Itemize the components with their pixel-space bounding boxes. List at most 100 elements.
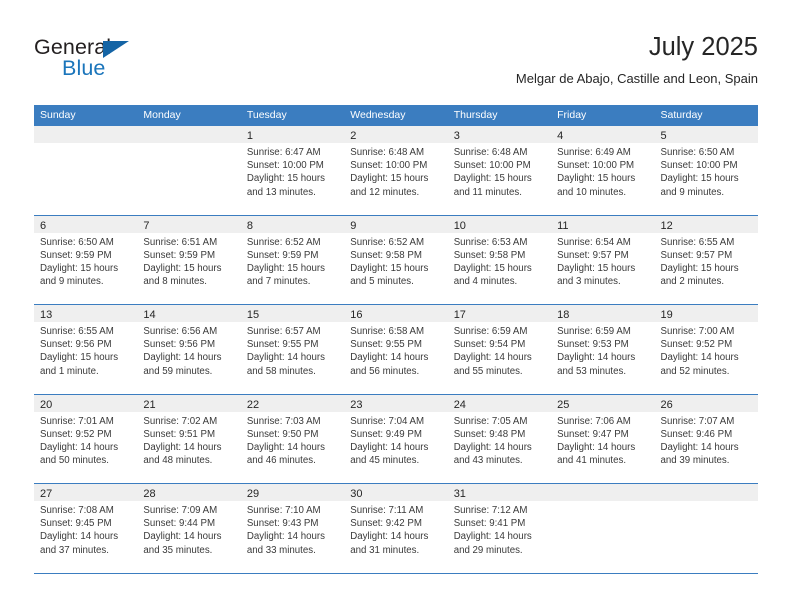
daylight-text: Daylight: 14 hours <box>246 352 325 364</box>
day-cell-10[interactable]: 10 Sunrise: 6:53 AM Sunset: 9:58 PM Dayligh… <box>447 215 552 304</box>
day-number: 17 <box>453 309 466 321</box>
day-number-band: 14 <box>137 305 241 322</box>
day-number-band: 21 <box>137 394 241 412</box>
day-cell-3[interactable]: 3 Sunrise: 6:48 AM Sunset: 10:00 PM Dayligh… <box>447 126 552 215</box>
day-details: Sunrise: 7:02 AM Sunset: 9:51 PM Daylight:… <box>137 412 240 468</box>
day-number: 3 <box>453 130 460 142</box>
sunset-text: Sunset: 9:57 PM <box>557 249 629 261</box>
sunrise-text: Sunrise: 6:52 AM <box>246 236 321 248</box>
sunset-text: Sunset: 9:45 PM <box>40 518 112 530</box>
day-number: 15 <box>246 309 260 321</box>
sunrise-text: Sunrise: 7:05 AM <box>453 415 528 427</box>
day-cell-19[interactable]: 19 Sunrise: 7:00 AM Sunset: 9:52 PM Dayligh… <box>654 305 758 394</box>
day-details: Sunrise: 7:05 AM Sunset: 9:48 PM Daylight:… <box>448 412 551 468</box>
day-number-band <box>551 484 655 501</box>
day-number-band: 12 <box>654 215 758 233</box>
day-details: Sunrise: 6:52 AM Sunset: 9:59 PM Daylight:… <box>241 233 344 289</box>
page-subtitle: Melgar de Abajo, Castille and Leon, Spai… <box>515 71 758 86</box>
daylight-text: Daylight: 14 hours <box>350 441 429 453</box>
day-cell-8[interactable]: 8 Sunrise: 6:52 AM Sunset: 9:59 PM Daylight… <box>240 215 345 304</box>
day-number-band: 28 <box>137 484 241 501</box>
day-cell-22[interactable]: 22 Sunrise: 7:03 AM Sunset: 9:50 PM Dayligh… <box>240 394 345 483</box>
daylight-text-cont: and 11 minutes. <box>453 186 522 198</box>
sunset-text: Sunset: 9:59 PM <box>40 249 112 261</box>
sunset-text: Sunset: 10:00 PM <box>453 160 531 172</box>
day-number-band: 4 <box>551 126 655 143</box>
day-cell-6[interactable]: 6 Sunrise: 6:50 AM Sunset: 9:59 PM Daylight… <box>34 215 138 304</box>
day-cell-12[interactable]: 12 Sunrise: 6:55 AM Sunset: 9:57 PM Dayligh… <box>654 215 758 304</box>
sunrise-text: Sunrise: 7:04 AM <box>350 415 425 427</box>
day-cell-11[interactable]: 11 Sunrise: 6:54 AM Sunset: 9:57 PM Dayligh… <box>551 215 655 304</box>
sunset-text: Sunset: 10:00 PM <box>557 160 635 172</box>
day-cell-18[interactable]: 18 Sunrise: 6:59 AM Sunset: 9:53 PM Dayligh… <box>551 305 655 394</box>
sunset-text: Sunset: 9:50 PM <box>246 428 319 440</box>
day-cell-17[interactable]: 17 Sunrise: 6:59 AM Sunset: 9:54 PM Dayligh… <box>447 305 552 394</box>
day-cell-15[interactable]: 15 Sunrise: 6:57 AM Sunset: 9:55 PM Dayligh… <box>240 305 345 394</box>
daylight-text-cont: and 29 minutes. <box>453 544 523 556</box>
day-cell-26[interactable]: 26 Sunrise: 7:07 AM Sunset: 9:46 PM Dayligh… <box>654 394 758 483</box>
day-cell-2[interactable]: 2 Sunrise: 6:48 AM Sunset: 10:00 PM Dayligh… <box>344 126 448 215</box>
day-cell-21[interactable]: 21 Sunrise: 7:02 AM Sunset: 9:51 PM Dayligh… <box>137 394 241 483</box>
daylight-text-cont: and 31 minutes. <box>350 544 420 556</box>
daylight-text: Daylight: 14 hours <box>143 352 222 364</box>
daylight-text: Daylight: 15 hours <box>40 262 119 274</box>
sunrise-text: Sunrise: 6:49 AM <box>557 147 631 158</box>
day-cell-20[interactable]: 20 Sunrise: 7:01 AM Sunset: 9:52 PM Dayligh… <box>34 394 138 483</box>
day-cell-5[interactable]: 5 Sunrise: 6:50 AM Sunset: 10:00 PM Dayligh… <box>654 126 758 215</box>
daylight-text-cont: and 3 minutes. <box>557 276 621 288</box>
sunset-text: Sunset: 9:58 PM <box>350 249 422 261</box>
day-number-band: 16 <box>344 305 448 322</box>
day-number-band: 8 <box>240 215 345 233</box>
sunset-text: Sunset: 9:57 PM <box>660 249 733 261</box>
calendar-week-row: 1 Sunrise: 6:47 AM Sunset: 10:00 PM Dayligh… <box>34 126 758 216</box>
daylight-text: Daylight: 15 hours <box>350 262 429 274</box>
daylight-text-cont: and 35 minutes. <box>143 544 213 556</box>
day-number-band: 27 <box>34 484 138 501</box>
sunrise-text: Sunrise: 6:52 AM <box>350 236 425 248</box>
day-cell-28[interactable]: 28 Sunrise: 7:09 AM Sunset: 9:44 PM Dayligh… <box>137 484 241 573</box>
day-details: Sunrise: 6:58 AM Sunset: 9:55 PM Daylight:… <box>344 322 447 378</box>
day-number-band: 26 <box>654 394 758 412</box>
sunset-text: Sunset: 9:59 PM <box>246 249 319 261</box>
day-number-band: 13 <box>34 305 138 322</box>
day-cell-31[interactable]: 31 Sunrise: 7:12 AM Sunset: 9:41 PM Dayligh… <box>447 484 552 573</box>
day-cell-14[interactable]: 14 Sunrise: 6:56 AM Sunset: 9:56 PM Dayligh… <box>137 305 241 394</box>
day-cell-27[interactable]: 27 Sunrise: 7:08 AM Sunset: 9:45 PM Dayligh… <box>34 484 138 573</box>
day-cell-16[interactable]: 16 Sunrise: 6:58 AM Sunset: 9:55 PM Dayligh… <box>344 305 448 394</box>
day-cell-24[interactable]: 24 Sunrise: 7:05 AM Sunset: 9:48 PM Dayligh… <box>447 394 552 483</box>
sunset-text: Sunset: 9:52 PM <box>660 339 733 351</box>
day-number-band: 10 <box>447 215 552 233</box>
day-details: Sunrise: 6:55 AM Sunset: 9:56 PM Daylight:… <box>34 322 137 378</box>
day-cell-23[interactable]: 23 Sunrise: 7:04 AM Sunset: 9:49 PM Dayligh… <box>344 394 448 483</box>
day-cell-1[interactable]: 1 Sunrise: 6:47 AM Sunset: 10:00 PM Dayligh… <box>240 126 345 215</box>
day-details <box>137 143 240 146</box>
sunset-text: Sunset: 9:48 PM <box>453 428 526 440</box>
daylight-text-cont: and 33 minutes. <box>246 544 316 556</box>
day-cell-4[interactable]: 4 Sunrise: 6:49 AM Sunset: 10:00 PM Dayligh… <box>551 126 655 215</box>
day-number: 7 <box>143 219 150 232</box>
day-cell-30[interactable]: 30 Sunrise: 7:11 AM Sunset: 9:42 PM Dayligh… <box>344 484 448 573</box>
day-cell-25[interactable]: 25 Sunrise: 7:06 AM Sunset: 9:47 PM Dayligh… <box>551 394 655 483</box>
sunrise-text: Sunrise: 7:01 AM <box>40 415 114 427</box>
sunset-text: Sunset: 10:00 PM <box>660 160 738 172</box>
daylight-text: Daylight: 14 hours <box>660 441 739 453</box>
daylight-text: Daylight: 14 hours <box>246 531 325 543</box>
daylight-text-cont: and 7 minutes. <box>246 276 311 288</box>
sunrise-text: Sunrise: 7:02 AM <box>143 415 218 427</box>
day-number-band: 7 <box>137 215 241 233</box>
daylight-text-cont: and 5 minutes. <box>350 276 414 288</box>
day-cell-29[interactable]: 29 Sunrise: 7:10 AM Sunset: 9:43 PM Dayligh… <box>240 484 345 573</box>
day-number: 5 <box>660 130 667 142</box>
weekday-header-saturday: Saturday <box>660 109 703 121</box>
page-header: General Blue July 2025 Melgar de Abajo, … <box>0 0 792 104</box>
daylight-text-cont: and 12 minutes. <box>350 186 420 198</box>
day-cell-13[interactable]: 13 Sunrise: 6:55 AM Sunset: 9:56 PM Dayligh… <box>34 305 138 394</box>
day-number: 20 <box>40 398 53 411</box>
daylight-text-cont: and 52 minutes. <box>660 365 730 377</box>
daylight-text: Daylight: 15 hours <box>557 262 636 274</box>
day-details: Sunrise: 6:48 AM Sunset: 10:00 PM Daylight… <box>448 143 551 199</box>
day-cell-9[interactable]: 9 Sunrise: 6:52 AM Sunset: 9:58 PM Daylight… <box>344 215 448 304</box>
daylight-text: Daylight: 14 hours <box>40 441 119 453</box>
calendar-page: General Blue July 2025 Melgar de Abajo, … <box>0 0 792 612</box>
day-cell-7[interactable]: 7 Sunrise: 6:51 AM Sunset: 9:59 PM Daylight… <box>137 215 241 304</box>
